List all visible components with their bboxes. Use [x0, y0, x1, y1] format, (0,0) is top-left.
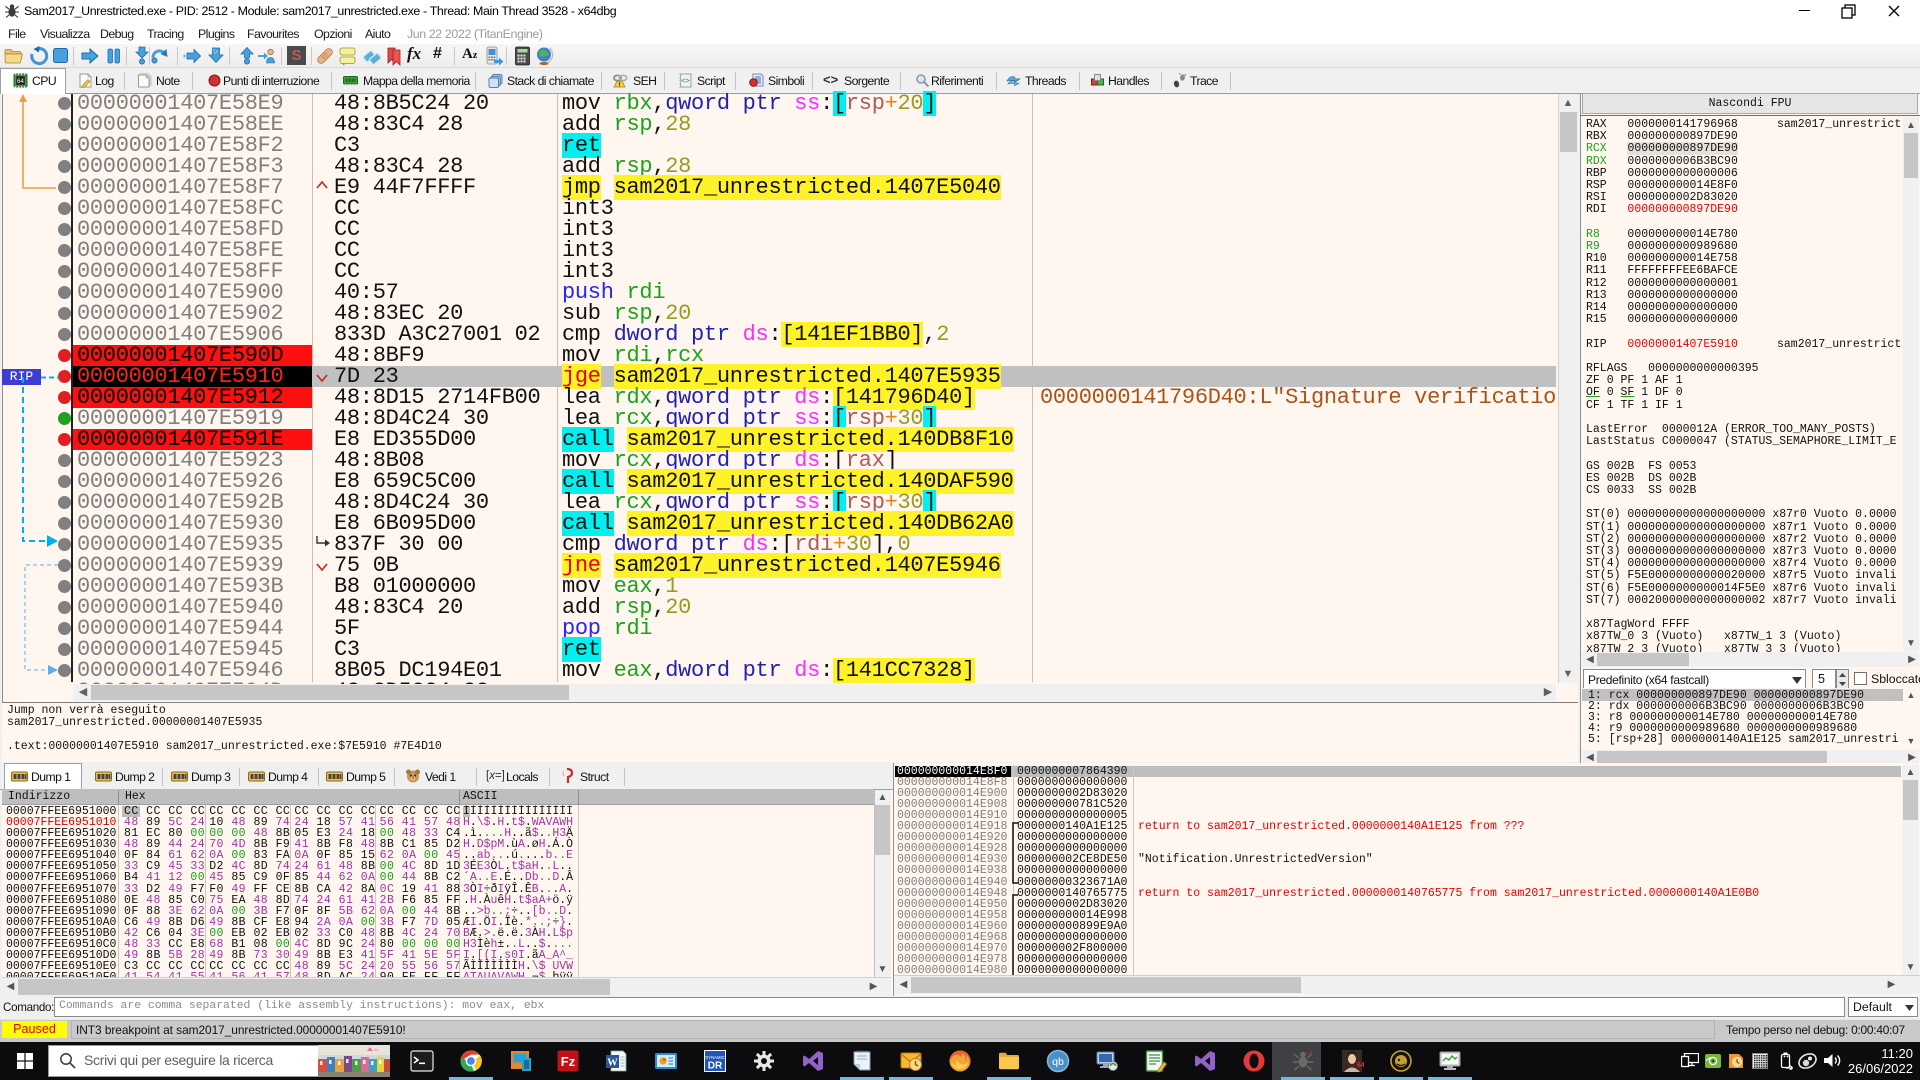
svg-text:W: W [607, 1058, 618, 1069]
svg-text:DYNAMIC: DYNAMIC [705, 1055, 724, 1060]
svg-text:64: 64 [1357, 1062, 1364, 1069]
svg-text:<>: <> [681, 78, 689, 85]
svg-text:64: 64 [1307, 1051, 1313, 1057]
svg-text:!: ! [618, 82, 620, 89]
svg-text:64: 64 [17, 79, 24, 85]
svg-text:Fz: Fz [561, 1054, 576, 1069]
svg-text:DR: DR [708, 1061, 723, 1072]
svg-text:qb: qb [1052, 1056, 1064, 1068]
